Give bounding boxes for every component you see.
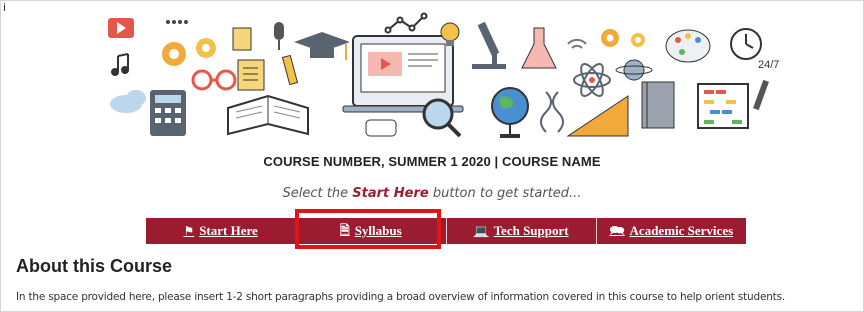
dna-icon xyxy=(540,91,564,133)
planet-icon xyxy=(615,59,653,81)
eyeglasses-icon xyxy=(191,69,237,91)
syllabus-button[interactable]: 🗎 Syllabus xyxy=(296,218,447,244)
palette-icon xyxy=(665,29,711,63)
magnifier-icon xyxy=(422,98,462,138)
start-here-button[interactable]: ⚑ Start Here xyxy=(146,218,297,244)
text-cursor-icon: i xyxy=(3,1,7,14)
microphone-icon xyxy=(274,22,284,50)
course-nav-bar: ⚑ Start Here 🗎 Syllabus 💻 Tech Support 🗪… xyxy=(146,218,746,244)
clock-label: 24/7 xyxy=(758,59,779,71)
laptop-icon: 💻 xyxy=(473,224,489,238)
academic-services-label: Academic Services xyxy=(629,223,734,238)
notebook-icon xyxy=(641,81,675,129)
tech-support-label: Tech Support xyxy=(493,223,569,238)
gear-icon xyxy=(162,38,216,66)
cloud-icon xyxy=(110,90,146,113)
syllabus-label: Syllabus xyxy=(354,223,402,238)
tech-support-button[interactable]: 💻 Tech Support xyxy=(446,218,597,244)
video-play-icon xyxy=(108,18,134,38)
flask-icon xyxy=(521,27,557,69)
globe-icon xyxy=(491,87,529,138)
section-heading: About this Course xyxy=(16,256,172,276)
getting-started-instruction: Select the Start Here button to get star… xyxy=(0,186,864,201)
document-icon: 🗎 xyxy=(340,222,350,237)
instruction-emphasis: Start Here xyxy=(352,186,429,201)
course-title: COURSE NUMBER, SUMMER 1 2020 | COURSE NA… xyxy=(263,154,601,169)
ruler-triangle-icon xyxy=(566,95,629,137)
line-chart-icon xyxy=(384,12,428,34)
music-note-icon xyxy=(111,53,129,76)
open-book-icon xyxy=(227,94,309,136)
flag-icon: ⚑ xyxy=(183,224,195,238)
academic-services-button[interactable]: 🗪 Academic Services xyxy=(596,218,746,244)
microscope-icon xyxy=(472,21,506,69)
checklist-icon xyxy=(232,27,265,91)
atom-icon xyxy=(573,63,611,97)
start-here-label: Start Here xyxy=(199,223,258,238)
gear-icon xyxy=(601,29,645,47)
abacus-icon xyxy=(697,83,749,129)
instruction-before: Select the xyxy=(282,186,353,201)
wifi-icon xyxy=(567,38,587,49)
instruction-after: button to get started... xyxy=(428,186,582,201)
course-overview-text: In the space provided here, please inser… xyxy=(16,291,786,303)
course-banner-illustration: 24/7 xyxy=(98,8,788,142)
calculator-icon xyxy=(150,90,186,136)
chat-icon: 🗪 xyxy=(609,222,625,237)
graduation-cap-icon xyxy=(294,32,350,60)
clock-icon: 24/7 xyxy=(730,28,779,71)
